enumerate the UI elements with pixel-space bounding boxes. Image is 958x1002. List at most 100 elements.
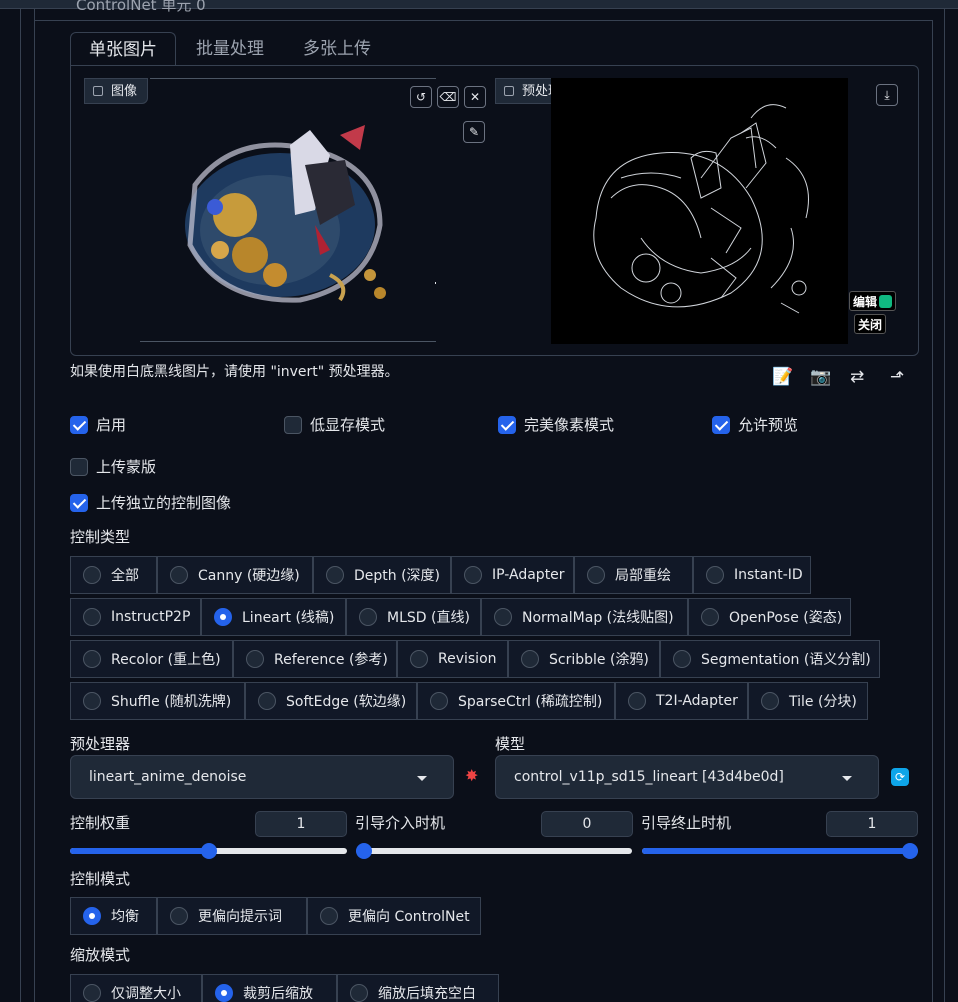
control-type-option[interactable]: Segmentation (语义分割) <box>660 640 880 678</box>
checkbox-checked[interactable] <box>70 493 88 512</box>
control-weight-slider[interactable] <box>70 842 347 860</box>
radio-selected[interactable] <box>215 984 233 1002</box>
radio-unselected[interactable] <box>83 650 101 668</box>
control-mode-option-selected[interactable]: 均衡 <box>70 897 157 935</box>
radio-unselected[interactable] <box>350 984 368 1002</box>
enable-checkbox[interactable]: 启用 <box>70 414 126 435</box>
control-type-option[interactable]: SparseCtrl (稀疏控制) <box>417 682 615 720</box>
slider-fill <box>70 848 209 854</box>
checkbox-checked[interactable] <box>70 415 88 434</box>
radio-unselected[interactable] <box>83 608 101 626</box>
preprocessor-label: 预处理器 <box>70 735 131 753</box>
upload-mask-checkbox[interactable]: 上传蒙版 <box>70 456 156 477</box>
control-type-option[interactable]: NormalMap (法线贴图) <box>481 598 688 636</box>
edit-icon[interactable]: 📝 <box>772 367 793 387</box>
tab-batch[interactable]: 批量处理 <box>178 32 282 66</box>
checkbox-checked[interactable] <box>712 415 730 434</box>
control-type-option[interactable]: 全部 <box>70 556 157 594</box>
control-mode-option[interactable]: 更偏向提示词 <box>157 897 307 935</box>
edit-preview-button[interactable]: 编辑 <box>849 291 897 311</box>
control-weight-input[interactable]: 1 <box>255 811 347 837</box>
control-type-option[interactable]: OpenPose (姿态) <box>688 598 851 636</box>
radio-unselected[interactable] <box>170 907 188 925</box>
swap-icon[interactable]: ⇄ <box>850 367 864 387</box>
radio-unselected[interactable] <box>706 566 724 584</box>
radio-unselected[interactable] <box>246 650 264 668</box>
end-step-input[interactable]: 1 <box>826 811 918 837</box>
control-type-option[interactable]: 局部重绘 <box>574 556 693 594</box>
control-type-option[interactable]: Revision <box>397 640 508 678</box>
radio-unselected[interactable] <box>587 566 605 584</box>
close-preview-button[interactable]: 关闭 <box>854 314 887 334</box>
radio-unselected[interactable] <box>701 608 719 626</box>
radio-unselected[interactable] <box>410 650 428 668</box>
control-type-option[interactable]: Shuffle (随机洗牌) <box>70 682 245 720</box>
input-image[interactable] <box>180 125 390 305</box>
close-icon[interactable]: ✕ <box>464 86 486 108</box>
resize-mode-option[interactable]: 缩放后填充空白 <box>337 974 499 1002</box>
accordion-title[interactable]: ControlNet 单元 0 <box>76 0 206 15</box>
radio-unselected[interactable] <box>761 692 779 710</box>
control-mode-option[interactable]: 更偏向 ControlNet <box>307 897 481 935</box>
radio-unselected[interactable] <box>673 650 691 668</box>
radio-unselected[interactable] <box>83 984 101 1002</box>
end-step-slider[interactable] <box>642 842 918 860</box>
control-type-option-selected[interactable]: Lineart (线稿) <box>201 598 346 636</box>
radio-unselected[interactable] <box>494 608 512 626</box>
tab-multi-upload[interactable]: 多张上传 <box>285 32 389 66</box>
radio-unselected[interactable] <box>521 650 539 668</box>
radio-unselected[interactable] <box>320 907 338 925</box>
radio-unselected[interactable] <box>258 692 276 710</box>
upload-independent-control-checkbox[interactable]: 上传独立的控制图像 <box>70 492 231 513</box>
download-icon[interactable]: ⤓ <box>876 84 898 106</box>
start-step-input[interactable]: 0 <box>541 811 633 837</box>
control-type-option[interactable]: Canny (硬边缘) <box>157 556 313 594</box>
model-dropdown[interactable]: control_v11p_sd15_lineart [43d4be0d] <box>495 755 879 799</box>
radio-unselected[interactable] <box>464 566 482 584</box>
radio-selected[interactable] <box>214 608 232 626</box>
radio-unselected[interactable] <box>430 692 448 710</box>
send-icon[interactable]: ⬏ <box>890 367 904 387</box>
checkbox-checked[interactable] <box>498 415 516 434</box>
checkbox-unchecked[interactable] <box>70 457 88 476</box>
control-type-option[interactable]: Scribble (涂鸦) <box>508 640 660 678</box>
control-type-option[interactable]: InstructP2P <box>70 598 201 636</box>
chevron-down-icon <box>842 776 852 781</box>
eraser-icon[interactable]: ⌫ <box>437 86 459 108</box>
run-preprocessor-icon[interactable]: ✸ <box>465 766 478 785</box>
resize-mode-option-selected[interactable]: 裁剪后缩放 <box>202 974 337 1002</box>
control-type-option[interactable]: Recolor (重上色) <box>70 640 233 678</box>
slider-thumb[interactable] <box>356 843 372 859</box>
start-step-label: 引导介入时机 <box>355 814 446 832</box>
refresh-icon[interactable]: ⟳ <box>891 768 909 786</box>
slider-thumb[interactable] <box>200 843 217 859</box>
radio-unselected[interactable] <box>83 692 101 710</box>
control-type-option[interactable]: Instant-ID <box>693 556 811 594</box>
resize-mode-option[interactable]: 仅调整大小 <box>70 974 202 1002</box>
control-type-option[interactable]: MLSD (直线) <box>346 598 481 636</box>
camera-icon[interactable]: 📷 <box>810 367 831 387</box>
radio-unselected[interactable] <box>83 566 101 584</box>
checkbox-unchecked[interactable] <box>284 415 302 434</box>
control-type-option[interactable]: Reference (参考) <box>233 640 397 678</box>
radio-unselected[interactable] <box>628 692 646 710</box>
control-type-option[interactable]: Tile (分块) <box>748 682 868 720</box>
radio-unselected[interactable] <box>326 566 344 584</box>
slider-thumb[interactable] <box>902 843 918 859</box>
control-type-option[interactable]: SoftEdge (软边缘) <box>245 682 417 720</box>
allow-preview-checkbox[interactable]: 允许预览 <box>712 414 798 435</box>
preprocessor-dropdown[interactable]: lineart_anime_denoise <box>70 755 454 799</box>
radio-unselected[interactable] <box>359 608 377 626</box>
control-type-option[interactable]: T2I-Adapter <box>615 682 748 720</box>
start-step-slider[interactable] <box>356 842 632 860</box>
low-vram-checkbox[interactable]: 低显存模式 <box>284 414 385 435</box>
radio-selected[interactable] <box>83 907 101 925</box>
tab-single-image[interactable]: 单张图片 <box>70 32 176 66</box>
pixel-perfect-checkbox[interactable]: 完美像素模式 <box>498 414 614 435</box>
brush-icon[interactable]: ✎ <box>463 121 485 143</box>
control-type-option[interactable]: IP-Adapter <box>451 556 574 594</box>
undo-icon[interactable]: ↺ <box>410 86 432 108</box>
slider-fill <box>642 848 910 854</box>
control-type-option[interactable]: Depth (深度) <box>313 556 451 594</box>
radio-unselected[interactable] <box>170 566 188 584</box>
